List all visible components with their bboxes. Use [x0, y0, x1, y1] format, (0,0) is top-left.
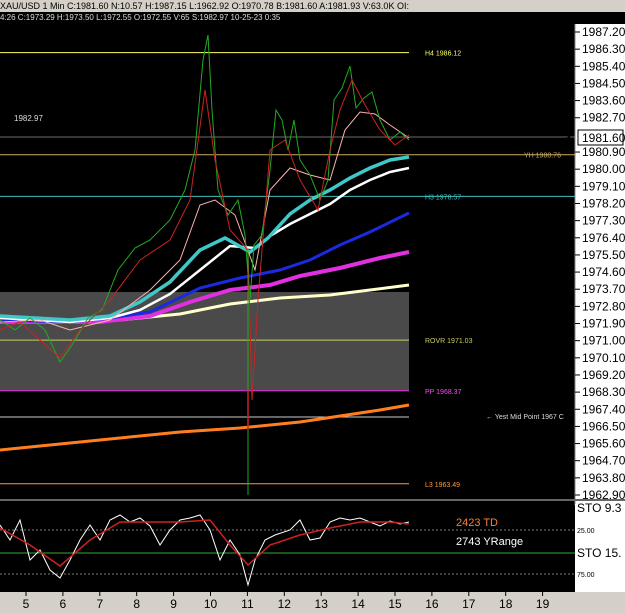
x-tick-label: 8 [133, 597, 140, 611]
x-tick-label: 16 [425, 597, 439, 611]
x-tick-label: 5 [23, 597, 30, 611]
x-tick-label: 13 [315, 597, 329, 611]
y-tick-label: 1963.80 [582, 471, 625, 485]
y-tick-label: 1978.20 [582, 196, 625, 210]
y-tick-label: 1965.60 [582, 437, 625, 451]
level-label: H4 1986.12 [425, 51, 461, 58]
x-tick-label: 17 [462, 597, 476, 611]
sto-mid-label: STO 15. [577, 546, 621, 560]
price-annotation: 1982.97 [14, 114, 43, 123]
level-label: YH 1980.76 [524, 153, 561, 160]
y-tick-label: 1964.70 [582, 454, 625, 468]
x-tick-label: 12 [278, 597, 292, 611]
yest-mid-point-label: ← Yest Mid Point 1967 C [486, 414, 564, 421]
time-axis[interactable] [0, 592, 625, 613]
y-tick-label: 1975.50 [582, 248, 625, 262]
x-tick-label: 18 [499, 597, 513, 611]
level-label: H3 1978.57 [425, 194, 461, 201]
y-tick-label: 1972.80 [582, 299, 625, 313]
y-tick-label: 1982.70 [582, 111, 625, 125]
price-chart[interactable]: H4 1986.12 YH 1980.76 H3 1978.57 ROVR 1971.… [0, 0, 625, 613]
y-tick-label: 1984.50 [582, 76, 625, 90]
y-tick-label: 1968.30 [582, 385, 625, 399]
y-tick-label: 1971.00 [582, 334, 625, 348]
x-tick-label: 10 [204, 597, 218, 611]
last-price-label: 1981.60 [582, 131, 625, 145]
level-label: PP 1968.37 [425, 389, 462, 396]
x-tick-label: 9 [170, 597, 177, 611]
y-tick-label: 1976.40 [582, 231, 625, 245]
y-tick-label: 1971.90 [582, 317, 625, 331]
x-tick-label: 19 [536, 597, 550, 611]
y-tick-label: 1974.60 [582, 265, 625, 279]
sto-level-75: 75.00 [577, 572, 595, 579]
y-tick-label: 1983.60 [582, 94, 625, 108]
level-label: ROVR 1971.03 [425, 338, 473, 345]
y-tick-label: 1986.30 [582, 42, 625, 56]
y-tick-label: 1966.50 [582, 419, 625, 433]
x-tick-label: 14 [351, 597, 365, 611]
x-tick-label: 15 [388, 597, 402, 611]
x-tick-label: 6 [60, 597, 67, 611]
yrange-label: 2743 YRange [456, 536, 523, 548]
y-tick-label: 1973.70 [582, 282, 625, 296]
y-tick-label: 1980.00 [582, 162, 625, 176]
level-label: L3 1963.49 [425, 482, 460, 489]
td-label: 2423 TD [456, 517, 498, 529]
yesterday-range-box [0, 292, 409, 390]
y-tick-label: 1962.90 [582, 488, 625, 502]
sto-top-label: STO 9.3 [577, 501, 622, 515]
y-tick-label: 1985.40 [582, 59, 625, 73]
x-tick-label: 7 [96, 597, 103, 611]
y-tick-label: 1987.20 [582, 25, 625, 39]
x-tick-label: 11 [241, 597, 254, 611]
price-pane[interactable] [0, 24, 575, 496]
y-tick-label: 1980.90 [582, 145, 625, 159]
y-tick-label: 1969.20 [582, 368, 625, 382]
y-tick-label: 1979.10 [582, 179, 625, 193]
y-tick-label: 1977.30 [582, 214, 625, 228]
y-tick-label: 1967.40 [582, 402, 625, 416]
sto-level-25: 25.00 [577, 528, 595, 535]
y-tick-label: 1970.10 [582, 351, 625, 365]
arrow-left-icon: ◄ [563, 133, 572, 143]
